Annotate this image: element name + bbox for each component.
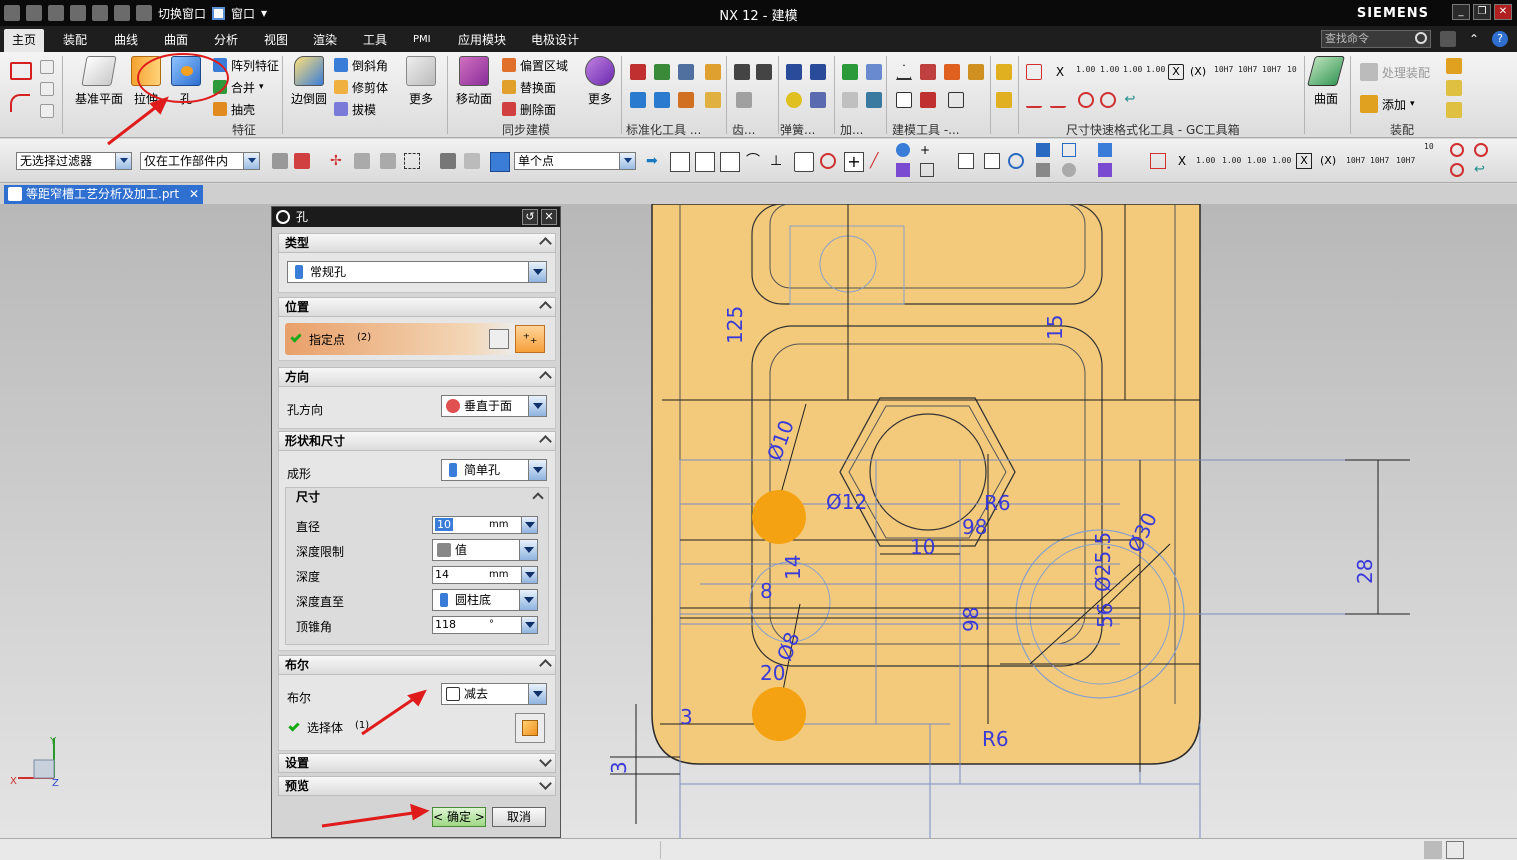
tutorial-annotations xyxy=(107,53,430,828)
highlight-circle xyxy=(137,53,229,103)
status-message-area xyxy=(660,841,1420,859)
status-bar xyxy=(0,838,1517,860)
status-icon-1[interactable] xyxy=(1424,841,1442,859)
status-icon-2[interactable] xyxy=(1446,841,1464,859)
